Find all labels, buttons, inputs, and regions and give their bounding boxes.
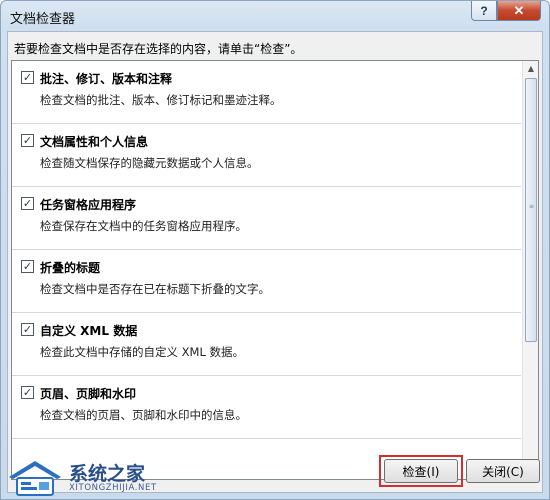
item-description: 检查随文档保存的隐藏元数据或个人信息。 <box>40 156 259 170</box>
scroll-up-arrow-icon[interactable]: ▲ <box>525 63 537 75</box>
list-item: ✓ 自定义 XML 数据 检查此文档中存储的自定义 XML 数据。 <box>12 313 521 376</box>
item-title: 自定义 XML 数据 <box>40 324 138 338</box>
list-item: ✓ 页眉、页脚和水印 检查文档的页眉、页脚和水印中的信息。 <box>12 376 521 439</box>
list-item: ✓ 批注、修订、版本和注释 检查文档的批注、版本、修订标记和墨迹注释。 <box>12 61 521 124</box>
vertical-scrollbar[interactable]: ▲ ≡ ▼ <box>522 61 538 479</box>
checkbox[interactable]: ✓ <box>21 260 34 273</box>
item-description: 检查文档中是否存在已在标题下折叠的文字。 <box>40 282 270 296</box>
window-title: 文档检查器 <box>10 12 76 27</box>
item-description: 检查文档的批注、版本、修订标记和墨迹注释。 <box>40 93 282 107</box>
list-item: ✓ 任务窗格应用程序 检查保存在文档中的任务窗格应用程序。 <box>12 187 521 250</box>
document-inspector-window: 文档检查器 ? ✕ 若要检查文档中是否存在选择的内容，请单击“检查”。 ✓ 批注… <box>0 0 550 500</box>
close-window-button[interactable]: ✕ <box>497 1 541 21</box>
item-description: 检查文档的页眉、页脚和水印中的信息。 <box>40 408 247 422</box>
watermark-logo: 系统之家 XITONGZHIJIA.NET <box>7 457 177 499</box>
list-item: ✓ 文档属性和个人信息 检查随文档保存的隐藏元数据或个人信息。 <box>12 124 521 187</box>
watermark-url: XITONGZHIJIA.NET <box>69 483 157 493</box>
item-title: 页眉、页脚和水印 <box>40 387 137 401</box>
item-title: 批注、修订、版本和注释 <box>40 72 173 86</box>
watermark-name: 系统之家 <box>69 463 146 485</box>
checkbox[interactable]: ✓ <box>21 71 34 84</box>
checkbox[interactable]: ✓ <box>21 134 34 147</box>
checkbox[interactable]: ✓ <box>21 197 34 210</box>
close-button[interactable]: 关闭(C) <box>466 459 540 483</box>
list-item: ✓ 折叠的标题 检查文档中是否存在已在标题下折叠的文字。 <box>12 250 521 313</box>
scrollbar-thumb[interactable]: ≡ <box>525 78 537 342</box>
grip-icon: ≡ <box>529 203 535 210</box>
item-title: 折叠的标题 <box>40 261 101 275</box>
item-description: 检查保存在文档中的任务窗格应用程序。 <box>40 219 247 233</box>
title-bar: 文档检查器 ? ✕ <box>1 1 549 31</box>
checkbox[interactable]: ✓ <box>21 323 34 336</box>
item-title: 任务窗格应用程序 <box>40 198 137 212</box>
dialog-body: 若要检查文档中是否存在选择的内容，请单击“检查”。 ✓ 批注、修订、版本和注释 … <box>7 31 543 493</box>
item-description: 检查此文档中存储的自定义 XML 数据。 <box>40 345 245 359</box>
help-button[interactable]: ? <box>471 1 497 21</box>
instruction-text: 若要检查文档中是否存在选择的内容，请单击“检查”。 <box>14 42 303 56</box>
house-logo-icon <box>9 461 61 496</box>
checkbox[interactable]: ✓ <box>21 386 34 399</box>
inspect-button[interactable]: 检查(I) <box>384 459 458 483</box>
item-title: 文档属性和个人信息 <box>40 135 149 149</box>
inspection-list: ✓ 批注、修订、版本和注释 检查文档的批注、版本、修订标记和墨迹注释。 ✓ 文档… <box>11 60 539 480</box>
